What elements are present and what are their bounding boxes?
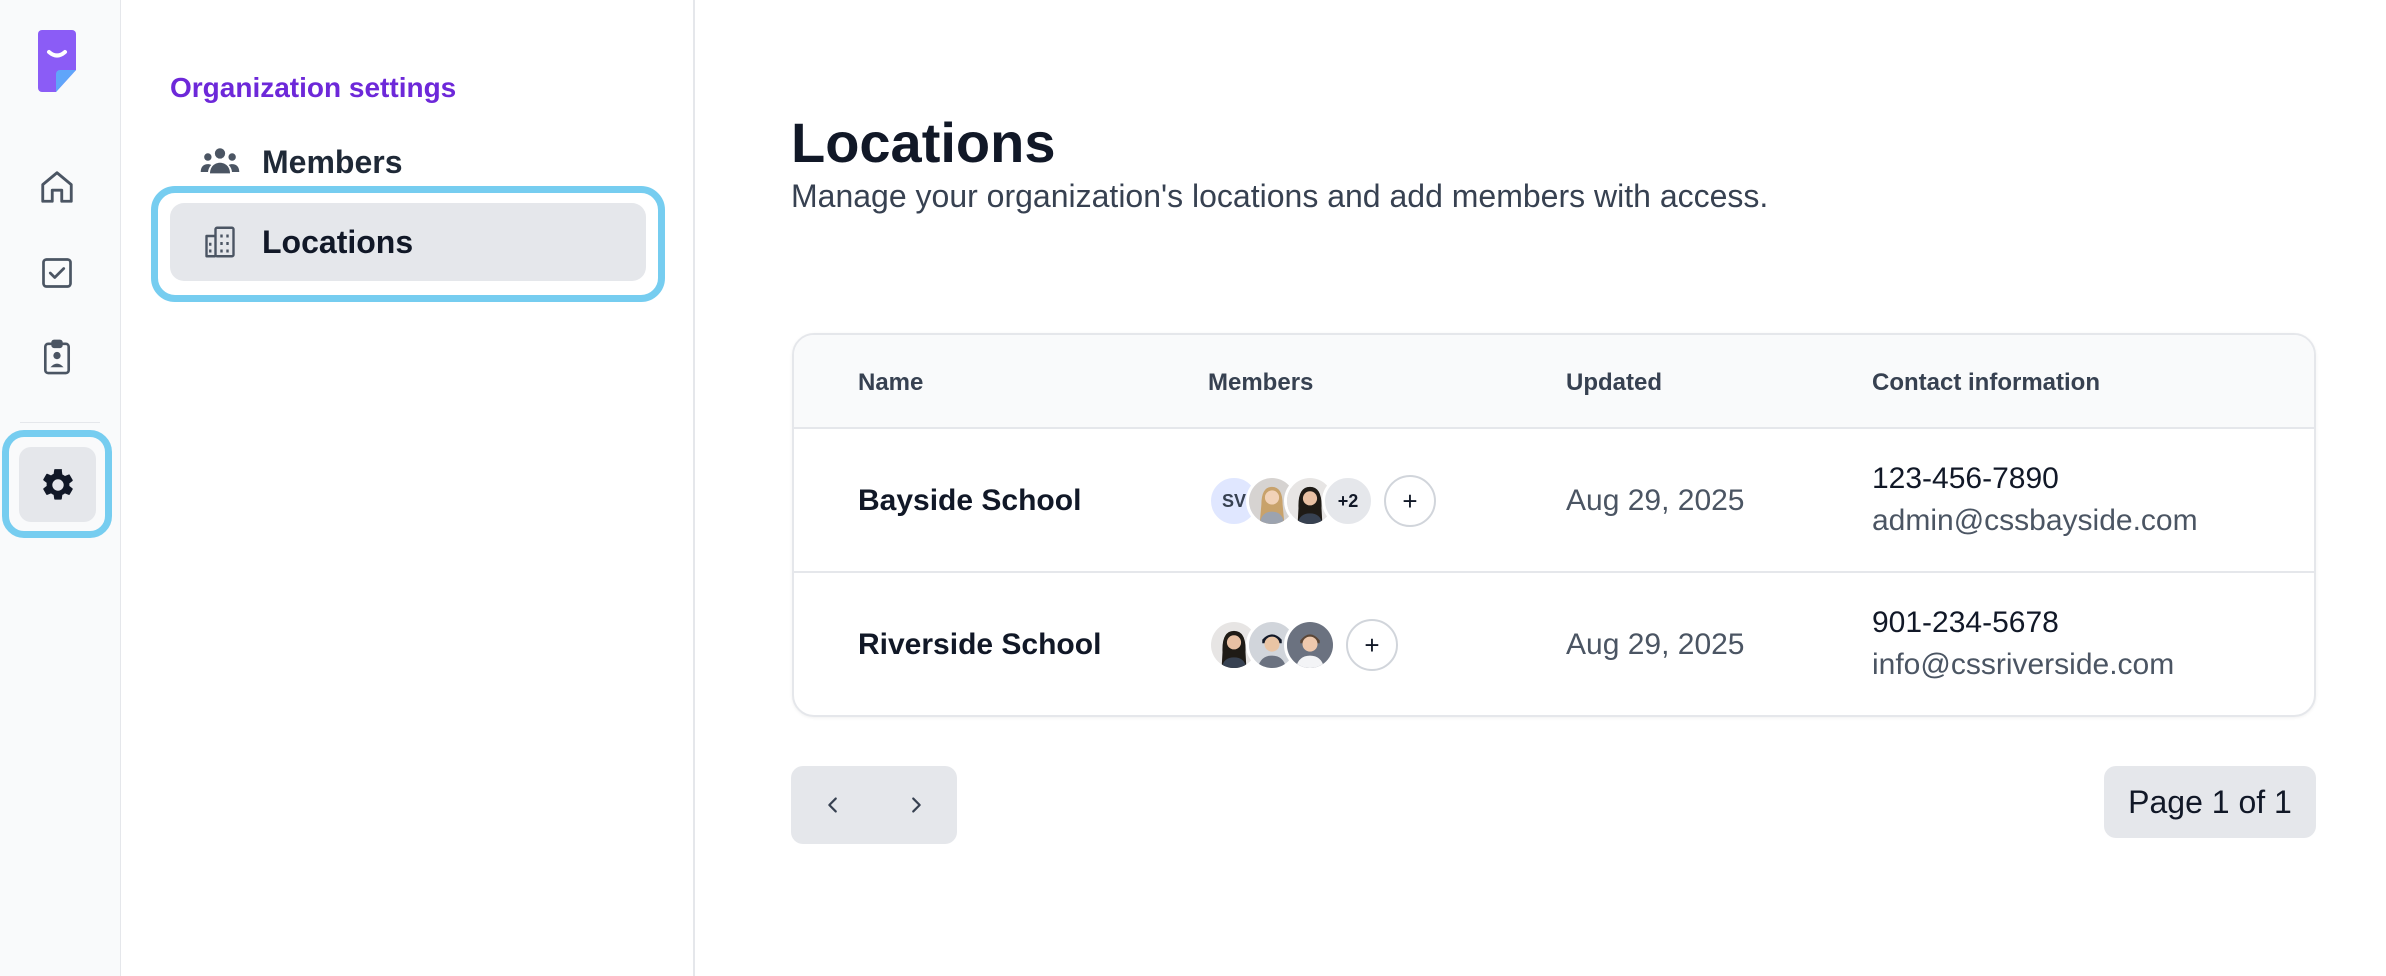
- add-member-button[interactable]: +: [1384, 475, 1436, 527]
- add-member-button[interactable]: +: [1346, 619, 1398, 671]
- table-row[interactable]: Riverside School + Aug 29, 2025 901-234-…: [794, 573, 2314, 715]
- updated-date: Aug 29, 2025: [1566, 628, 1745, 661]
- column-header-updated: Updated: [1566, 369, 1662, 396]
- contact-phone: 123-456-7890: [1872, 462, 2059, 495]
- users-icon: [200, 142, 240, 182]
- member-avatars[interactable]: SV +2 +: [1208, 474, 1436, 528]
- building-icon: [200, 222, 240, 262]
- pagination-controls: [791, 766, 957, 844]
- chevron-right-icon: [911, 797, 921, 813]
- app-logo[interactable]: [38, 30, 76, 92]
- page-indicator: Page 1 of 1: [2104, 766, 2316, 838]
- checkbox-icon[interactable]: [38, 254, 76, 292]
- settings-sidebar: Organization settings Members Locations: [121, 0, 695, 976]
- column-header-members: Members: [1208, 369, 1314, 396]
- member-avatars[interactable]: +: [1208, 618, 1398, 672]
- contact-email: admin@cssbayside.com: [1872, 504, 2198, 537]
- page-title: Locations: [791, 111, 1056, 174]
- nav-item-members[interactable]: Members: [170, 123, 646, 201]
- column-header-name: Name: [858, 369, 924, 396]
- previous-page-button[interactable]: [791, 766, 874, 844]
- nav-item-label: Members: [262, 143, 403, 180]
- nav-item-locations[interactable]: Locations: [170, 203, 646, 281]
- column-header-contact: Contact information: [1872, 369, 2100, 396]
- contact-email: info@cssriverside.com: [1872, 648, 2175, 681]
- table-header: Name Members Updated Contact information: [794, 335, 2314, 429]
- chevron-left-icon: [827, 797, 837, 813]
- settings-heading: Organization settings: [170, 72, 457, 103]
- page-subtitle: Manage your organization's locations and…: [791, 178, 1769, 214]
- settings-rail-button[interactable]: [19, 447, 96, 522]
- next-page-button[interactable]: [874, 766, 957, 844]
- location-name[interactable]: Riverside School: [858, 628, 1101, 662]
- rail-divider: [20, 422, 100, 423]
- gear-icon: [42, 468, 73, 500]
- table-row[interactable]: Bayside School SV +2 + Aug 29, 2025 123-…: [794, 429, 2314, 573]
- location-name[interactable]: Bayside School: [858, 484, 1081, 518]
- locations-table: Name Members Updated Contact information…: [792, 333, 2316, 717]
- updated-date: Aug 29, 2025: [1566, 484, 1745, 517]
- avatar-more-count: +2: [1322, 475, 1374, 527]
- clipboard-badge-icon[interactable]: [38, 338, 76, 376]
- app-rail: [0, 0, 121, 976]
- avatar: [1284, 619, 1336, 671]
- nav-item-label: Locations: [262, 223, 414, 260]
- contact-phone: 901-234-5678: [1872, 606, 2059, 639]
- home-icon[interactable]: [38, 168, 76, 206]
